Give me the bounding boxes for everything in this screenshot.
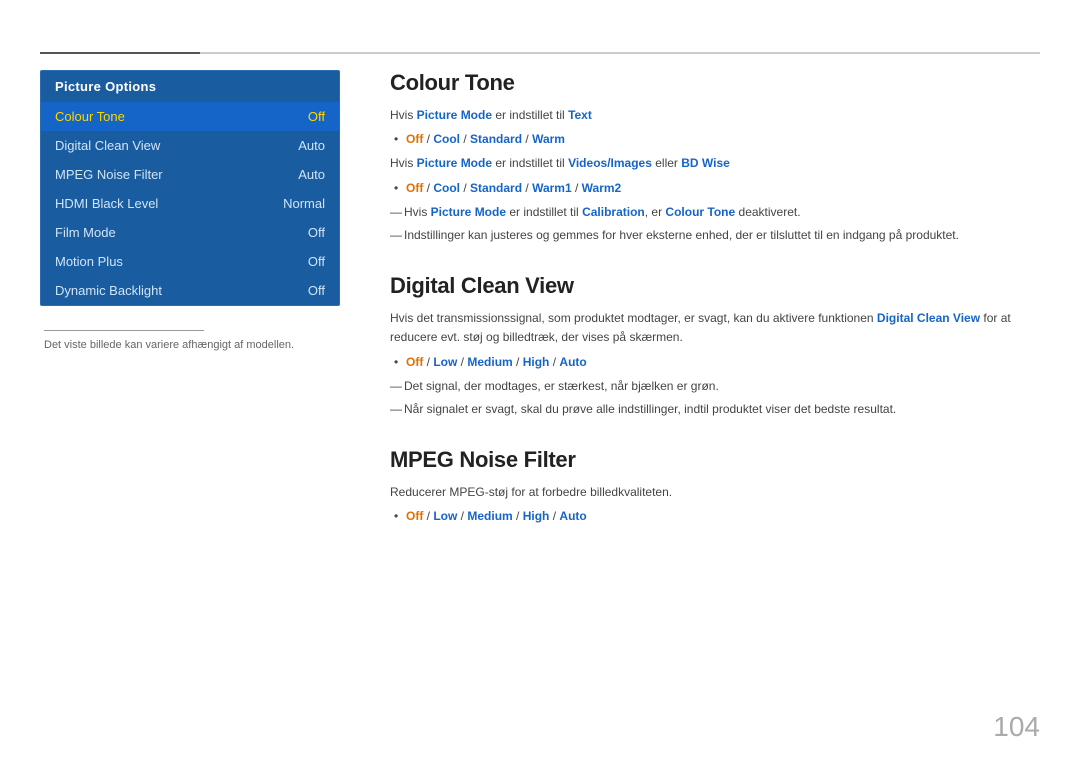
menu-item-label: MPEG Noise Filter bbox=[55, 167, 163, 182]
panel-note: Det viste billede kan variere afhængigt … bbox=[40, 330, 340, 351]
menu-item-label: Colour Tone bbox=[55, 109, 125, 124]
page-number: 104 bbox=[993, 711, 1040, 743]
paragraph-text: Hvis det transmissionssignal, som produk… bbox=[390, 309, 1040, 347]
bullet-list: Off / Cool / Standard / Warm1 / Warm2 bbox=[390, 179, 1040, 198]
note-line: Det signal, der modtages, er stærkest, n… bbox=[390, 377, 1040, 396]
menu-item-dynamic-backlight[interactable]: Dynamic Backlight Off bbox=[41, 276, 339, 305]
bullet-list: Off / Low / Medium / High / Auto bbox=[390, 507, 1040, 526]
menu-item-colour-tone[interactable]: Colour Tone Off bbox=[41, 102, 339, 131]
menu-item-film-mode[interactable]: Film Mode Off bbox=[41, 218, 339, 247]
top-bar bbox=[40, 52, 1040, 54]
bullet-item: Off / Cool / Standard / Warm1 / Warm2 bbox=[390, 179, 1040, 198]
paragraph-text: Hvis Picture Mode er indstillet til Text bbox=[390, 106, 1040, 125]
section-digital-clean-view: Digital Clean View Hvis det transmissions… bbox=[390, 273, 1040, 419]
menu-item-value: Off bbox=[308, 283, 325, 298]
menu-item-label: Dynamic Backlight bbox=[55, 283, 162, 298]
menu-item-value: Auto bbox=[298, 138, 325, 153]
panel-note-divider bbox=[44, 330, 204, 331]
menu-item-motion-plus[interactable]: Motion Plus Off bbox=[41, 247, 339, 276]
bullet-item: Off / Cool / Standard / Warm bbox=[390, 130, 1040, 149]
note-line: Når signalet er svagt, skal du prøve all… bbox=[390, 400, 1040, 419]
top-bar-light bbox=[200, 52, 1040, 54]
section-title-digital-clean-view: Digital Clean View bbox=[390, 273, 1040, 299]
left-panel: Picture Options Colour Tone Off Digital Cl… bbox=[40, 70, 340, 351]
picture-options-title: Picture Options bbox=[41, 71, 339, 102]
paragraph-text: Hvis Picture Mode er indstillet til Vide… bbox=[390, 154, 1040, 173]
note-line: Hvis Picture Mode er indstillet til Cali… bbox=[390, 203, 1040, 222]
bullet-list: Off / Cool / Standard / Warm bbox=[390, 130, 1040, 149]
section-mpeg-noise-filter: MPEG Noise Filter Reducerer MPEG-støj for… bbox=[390, 447, 1040, 526]
menu-item-value: Normal bbox=[283, 196, 325, 211]
menu-item-value: Off bbox=[308, 254, 325, 269]
menu-item-label: Digital Clean View bbox=[55, 138, 160, 153]
section-body-colour-tone: Hvis Picture Mode er indstillet til Text… bbox=[390, 106, 1040, 245]
menu-item-value: Auto bbox=[298, 167, 325, 182]
note-line: Indstillinger kan justeres og gemmes for… bbox=[390, 226, 1040, 245]
top-bar-dark bbox=[40, 52, 200, 54]
menu-item-hdmi-black-level[interactable]: HDMI Black Level Normal bbox=[41, 189, 339, 218]
menu-item-value: Off bbox=[308, 109, 325, 124]
section-body-digital-clean-view: Hvis det transmissionssignal, som produk… bbox=[390, 309, 1040, 419]
menu-item-mpeg-noise-filter[interactable]: MPEG Noise Filter Auto bbox=[41, 160, 339, 189]
section-colour-tone: Colour Tone Hvis Picture Mode er indstill… bbox=[390, 70, 1040, 245]
section-body-mpeg-noise-filter: Reducerer MPEG-støj for at forbedre bill… bbox=[390, 483, 1040, 526]
picture-options-box: Picture Options Colour Tone Off Digital Cl… bbox=[40, 70, 340, 306]
bullet-item: Off / Low / Medium / High / Auto bbox=[390, 353, 1040, 372]
right-content: Colour Tone Hvis Picture Mode er indstill… bbox=[390, 70, 1040, 554]
menu-item-label: HDMI Black Level bbox=[55, 196, 158, 211]
section-title-mpeg-noise-filter: MPEG Noise Filter bbox=[390, 447, 1040, 473]
section-title-colour-tone: Colour Tone bbox=[390, 70, 1040, 96]
menu-item-label: Film Mode bbox=[55, 225, 116, 240]
bullet-list: Off / Low / Medium / High / Auto bbox=[390, 353, 1040, 372]
menu-item-digital-clean-view[interactable]: Digital Clean View Auto bbox=[41, 131, 339, 160]
bullet-item: Off / Low / Medium / High / Auto bbox=[390, 507, 1040, 526]
menu-items: Colour ToneOffDigital Clean ViewAutoMPEG… bbox=[41, 102, 339, 305]
menu-item-value: Off bbox=[308, 225, 325, 240]
paragraph-text: Reducerer MPEG-støj for at forbedre bill… bbox=[390, 483, 1040, 502]
menu-item-label: Motion Plus bbox=[55, 254, 123, 269]
panel-note-text: Det viste billede kan variere afhængigt … bbox=[44, 339, 340, 351]
